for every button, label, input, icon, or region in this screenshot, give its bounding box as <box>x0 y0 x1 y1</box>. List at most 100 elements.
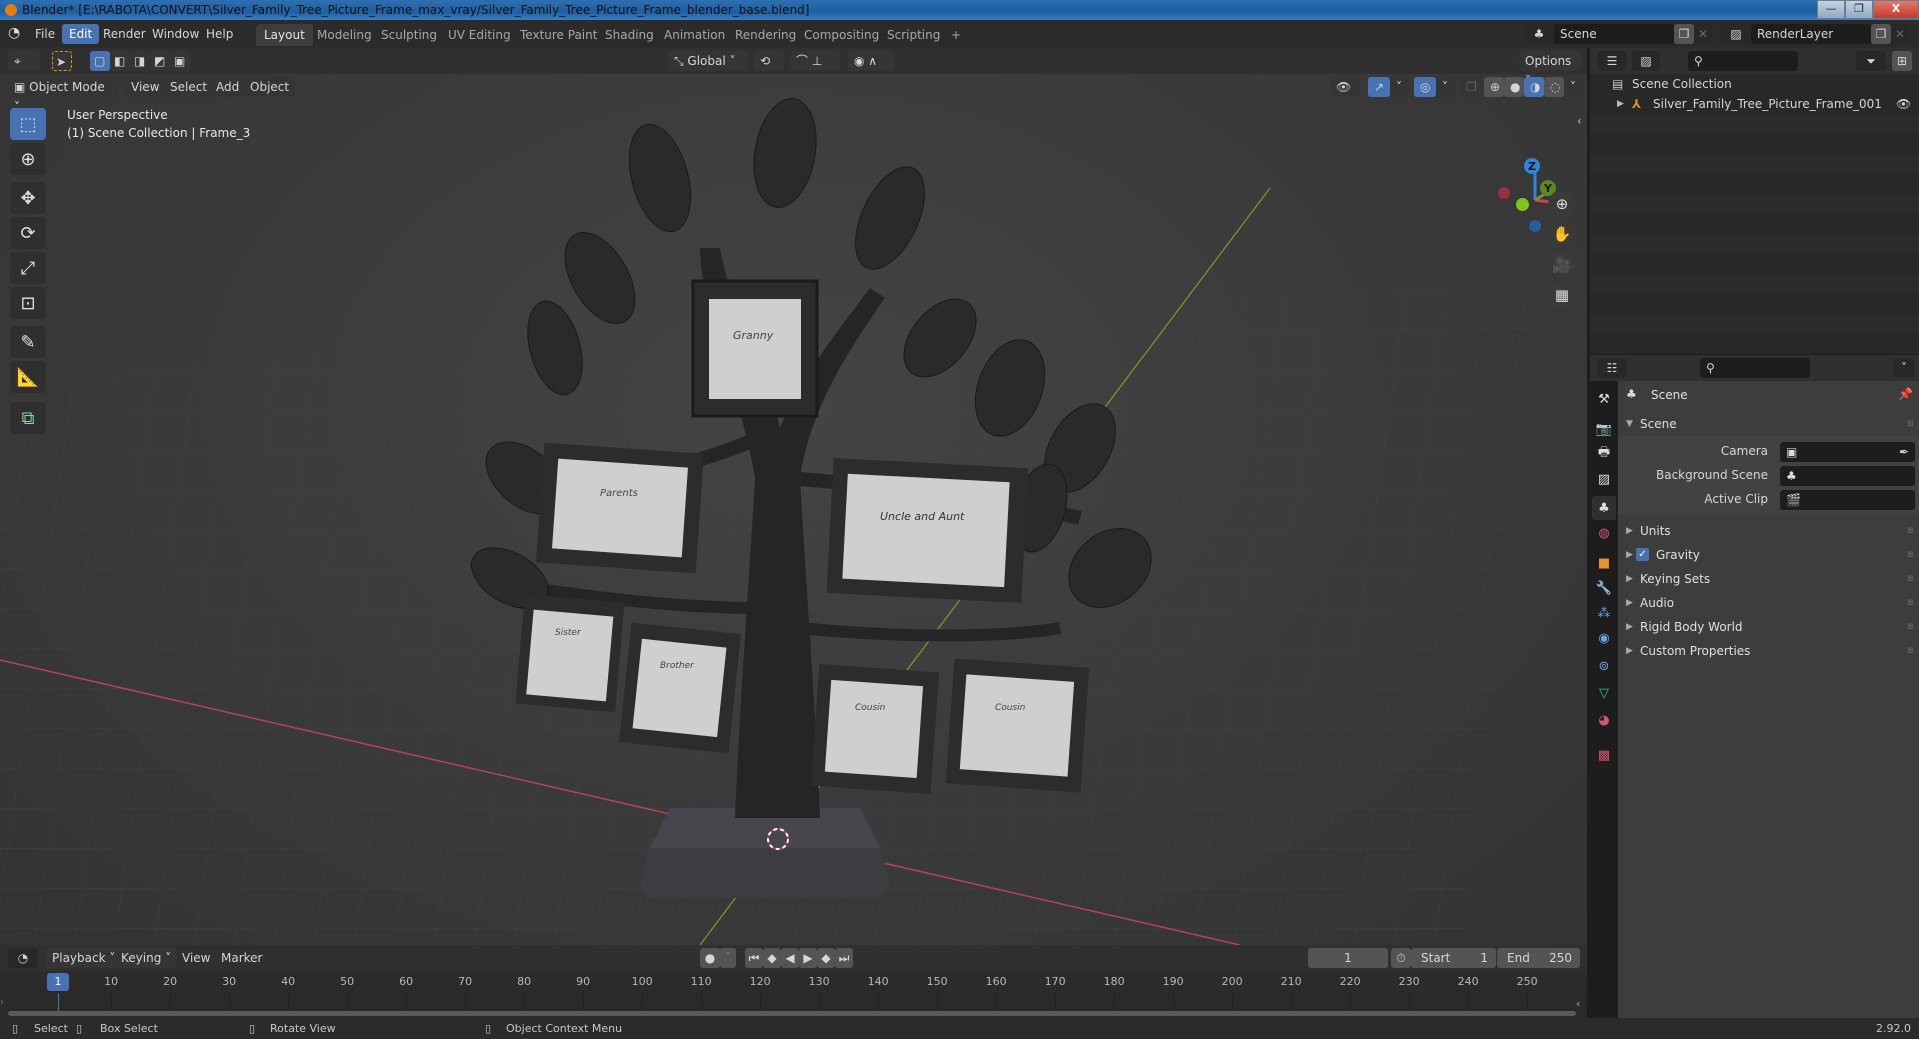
gizmo-neg-y[interactable] <box>1516 198 1529 211</box>
gizmo-dropdown[interactable]: ˅ <box>1390 77 1410 97</box>
tool-scale[interactable]: ⤢ <box>10 252 46 284</box>
camera-view-button[interactable]: 🎥 <box>1548 251 1576 279</box>
preview-range-toggle[interactable]: ⏱ <box>1391 948 1411 968</box>
sidebar-expand-icon[interactable]: ‹ <box>1577 114 1582 128</box>
tool-annotate[interactable]: ✎ <box>10 326 46 358</box>
select-mode-new[interactable]: ▢ <box>90 51 110 71</box>
timeline-sidebar-toggle-icon[interactable]: ‹ <box>1576 997 1580 1010</box>
tab-shading[interactable]: Shading <box>597 24 662 46</box>
menu-marker[interactable]: Marker <box>215 948 268 968</box>
jump-start-button[interactable]: ⏮ <box>745 948 763 968</box>
properties-options-dropdown[interactable]: ˅ <box>1894 358 1914 378</box>
gizmo-toggle[interactable]: ↗ <box>1368 77 1390 97</box>
menu-window[interactable]: Window <box>145 24 206 44</box>
tab-output[interactable]: 🖶 <box>1592 442 1616 466</box>
play-reverse-button[interactable]: ◀ <box>781 948 799 968</box>
scene-name-field[interactable]: Scene <box>1554 24 1674 44</box>
jump-end-button[interactable]: ⏭ <box>835 948 853 968</box>
drag-grip-icon[interactable]: ⁞⁞⁞⁞ <box>1907 591 1914 615</box>
end-frame-field[interactable]: End 250 <box>1497 948 1580 968</box>
blender-logo-icon[interactable]: ◔ <box>8 25 20 41</box>
tool-cursor[interactable]: ⊕ <box>10 143 46 175</box>
menu-add[interactable]: Add <box>210 77 246 97</box>
tab-modeling[interactable]: Modeling <box>309 24 380 46</box>
play-button[interactable]: ▶ <box>799 948 817 968</box>
new-collection-button[interactable]: ⊞ <box>1892 51 1912 71</box>
timeline-channels-toggle-icon[interactable]: › <box>0 997 4 1008</box>
timeline-editor-type-button[interactable]: ◔ <box>8 948 38 968</box>
shading-material-preview[interactable]: ◑ <box>1524 77 1544 97</box>
delete-view-layer-button[interactable]: ✕ <box>1891 24 1909 44</box>
select-mode-difference[interactable]: ◩ <box>150 51 170 71</box>
xray-toggle[interactable]: ❐ <box>1460 77 1482 97</box>
editor-type-button[interactable]: ⌖ <box>8 51 40 71</box>
tab-constraints[interactable]: ⊚ <box>1592 654 1616 678</box>
drag-grip-icon[interactable]: ⁞⁞⁞⁞ <box>1907 615 1914 639</box>
prev-keyframe-button[interactable]: ◆ <box>763 948 781 968</box>
menu-object[interactable]: Object <box>244 77 296 97</box>
tab-object[interactable]: ■ <box>1592 551 1616 575</box>
panel-units[interactable]: ▶ Units ⁞⁞⁞⁞ <box>1618 519 1919 543</box>
timeline-track[interactable] <box>0 993 1587 1011</box>
camera-field[interactable]: ▣ ✒ <box>1780 442 1915 462</box>
tab-material[interactable]: ◕ <box>1592 708 1616 732</box>
playhead-handle[interactable]: 1 <box>47 973 69 991</box>
tab-scene[interactable]: ♣ <box>1592 496 1616 520</box>
tool-rotate[interactable]: ⟳ <box>10 217 46 249</box>
tab-uv-editing[interactable]: UV Editing <box>440 24 519 46</box>
close-button[interactable]: X <box>1873 0 1919 19</box>
tab-data[interactable]: ▽ <box>1592 681 1616 705</box>
pin-icon[interactable]: 📌 <box>1898 387 1913 401</box>
tool-transform[interactable]: ⊡ <box>10 287 46 319</box>
start-frame-field[interactable]: Start 1 <box>1411 948 1496 968</box>
shading-wireframe[interactable]: ⊕ <box>1484 77 1504 97</box>
delete-scene-button[interactable]: ✕ <box>1694 24 1712 44</box>
gravity-checkbox[interactable]: ✓ <box>1636 548 1649 561</box>
drag-grip-icon[interactable]: ⁞⁞⁞⁞ <box>1907 519 1914 543</box>
options-dropdown[interactable]: Options ˅ <box>1519 51 1581 88</box>
drag-grip-icon[interactable]: ⁞⁞⁞⁞ <box>1907 639 1914 663</box>
properties-editor-type-button[interactable]: ☷ <box>1598 358 1626 378</box>
tool-measure[interactable]: 📐 <box>10 361 46 393</box>
filter-dropdown[interactable]: ⏷ <box>1856 51 1886 71</box>
active-tool-button[interactable]: ➤ <box>52 51 72 71</box>
timeline-ruler[interactable]: 10 20 30 40 50 60 70 80 90 100 110 120 130 140 150 160 1… <box>0 971 1587 993</box>
pan-view-button[interactable]: ✋ <box>1548 220 1576 248</box>
pivot-point-dropdown[interactable]: ⟲ <box>754 51 784 71</box>
drag-grip-icon[interactable]: ⁞⁞⁞⁞ <box>1907 567 1914 591</box>
menu-help[interactable]: Help <box>199 24 240 44</box>
tab-tool[interactable]: ⚒ <box>1592 387 1616 411</box>
transform-orientation-dropdown[interactable]: ⤡ Global ˅ <box>668 51 748 71</box>
shading-solid[interactable]: ● <box>1504 77 1524 97</box>
tab-view-layer[interactable]: ▨ <box>1592 467 1616 491</box>
current-frame-field[interactable]: 1 <box>1308 948 1388 968</box>
selectability-visibility-dropdown[interactable]: 👁 <box>1330 77 1360 97</box>
maximize-button[interactable]: ❐ <box>1845 0 1873 19</box>
tab-rendering[interactable]: Rendering <box>727 24 804 46</box>
minimize-button[interactable]: — <box>1817 0 1845 19</box>
panel-custom-properties[interactable]: ▶ Custom Properties ⁞⁞⁞⁞ <box>1618 639 1919 663</box>
overlays-toggle[interactable]: ◎ <box>1414 77 1436 97</box>
select-mode-intersect[interactable]: ▣ <box>170 51 190 71</box>
active-clip-field[interactable]: 🎬 <box>1780 490 1915 510</box>
menu-playback[interactable]: Playback ˅ <box>46 948 122 968</box>
select-mode-subtract[interactable]: ◨ <box>130 51 150 71</box>
eyedropper-icon[interactable]: ✒ <box>1899 442 1909 462</box>
view-layer-name-field[interactable]: RenderLayer <box>1751 24 1871 44</box>
next-keyframe-button[interactable]: ◆ <box>817 948 835 968</box>
drag-grip-icon[interactable]: ⁞⁞⁞⁞ <box>1907 543 1914 567</box>
shading-rendered[interactable]: ◌ <box>1544 77 1564 97</box>
outliner-search-input[interactable]: ⚲ <box>1688 51 1798 71</box>
new-view-layer-button[interactable]: ❐ <box>1871 24 1891 44</box>
overlays-dropdown[interactable]: ˅ <box>1436 77 1456 97</box>
tab-sculpting[interactable]: Sculpting <box>373 24 445 46</box>
auto-keying-dropdown[interactable]: ˅ <box>720 948 736 968</box>
background-scene-field[interactable]: ♣ <box>1780 466 1915 486</box>
tab-physics[interactable]: ◉ <box>1592 626 1616 650</box>
gizmo-z-axis[interactable]: Z <box>1524 158 1540 174</box>
add-workspace-button[interactable]: + <box>943 24 969 46</box>
outliner-item[interactable]: ▶ ⅄ Silver_Family_Tree_Picture_Frame_001… <box>1590 94 1919 114</box>
tool-move[interactable]: ✥ <box>10 182 46 214</box>
menu-view[interactable]: View <box>176 948 216 968</box>
tab-particles[interactable]: ⁂ <box>1592 601 1616 625</box>
